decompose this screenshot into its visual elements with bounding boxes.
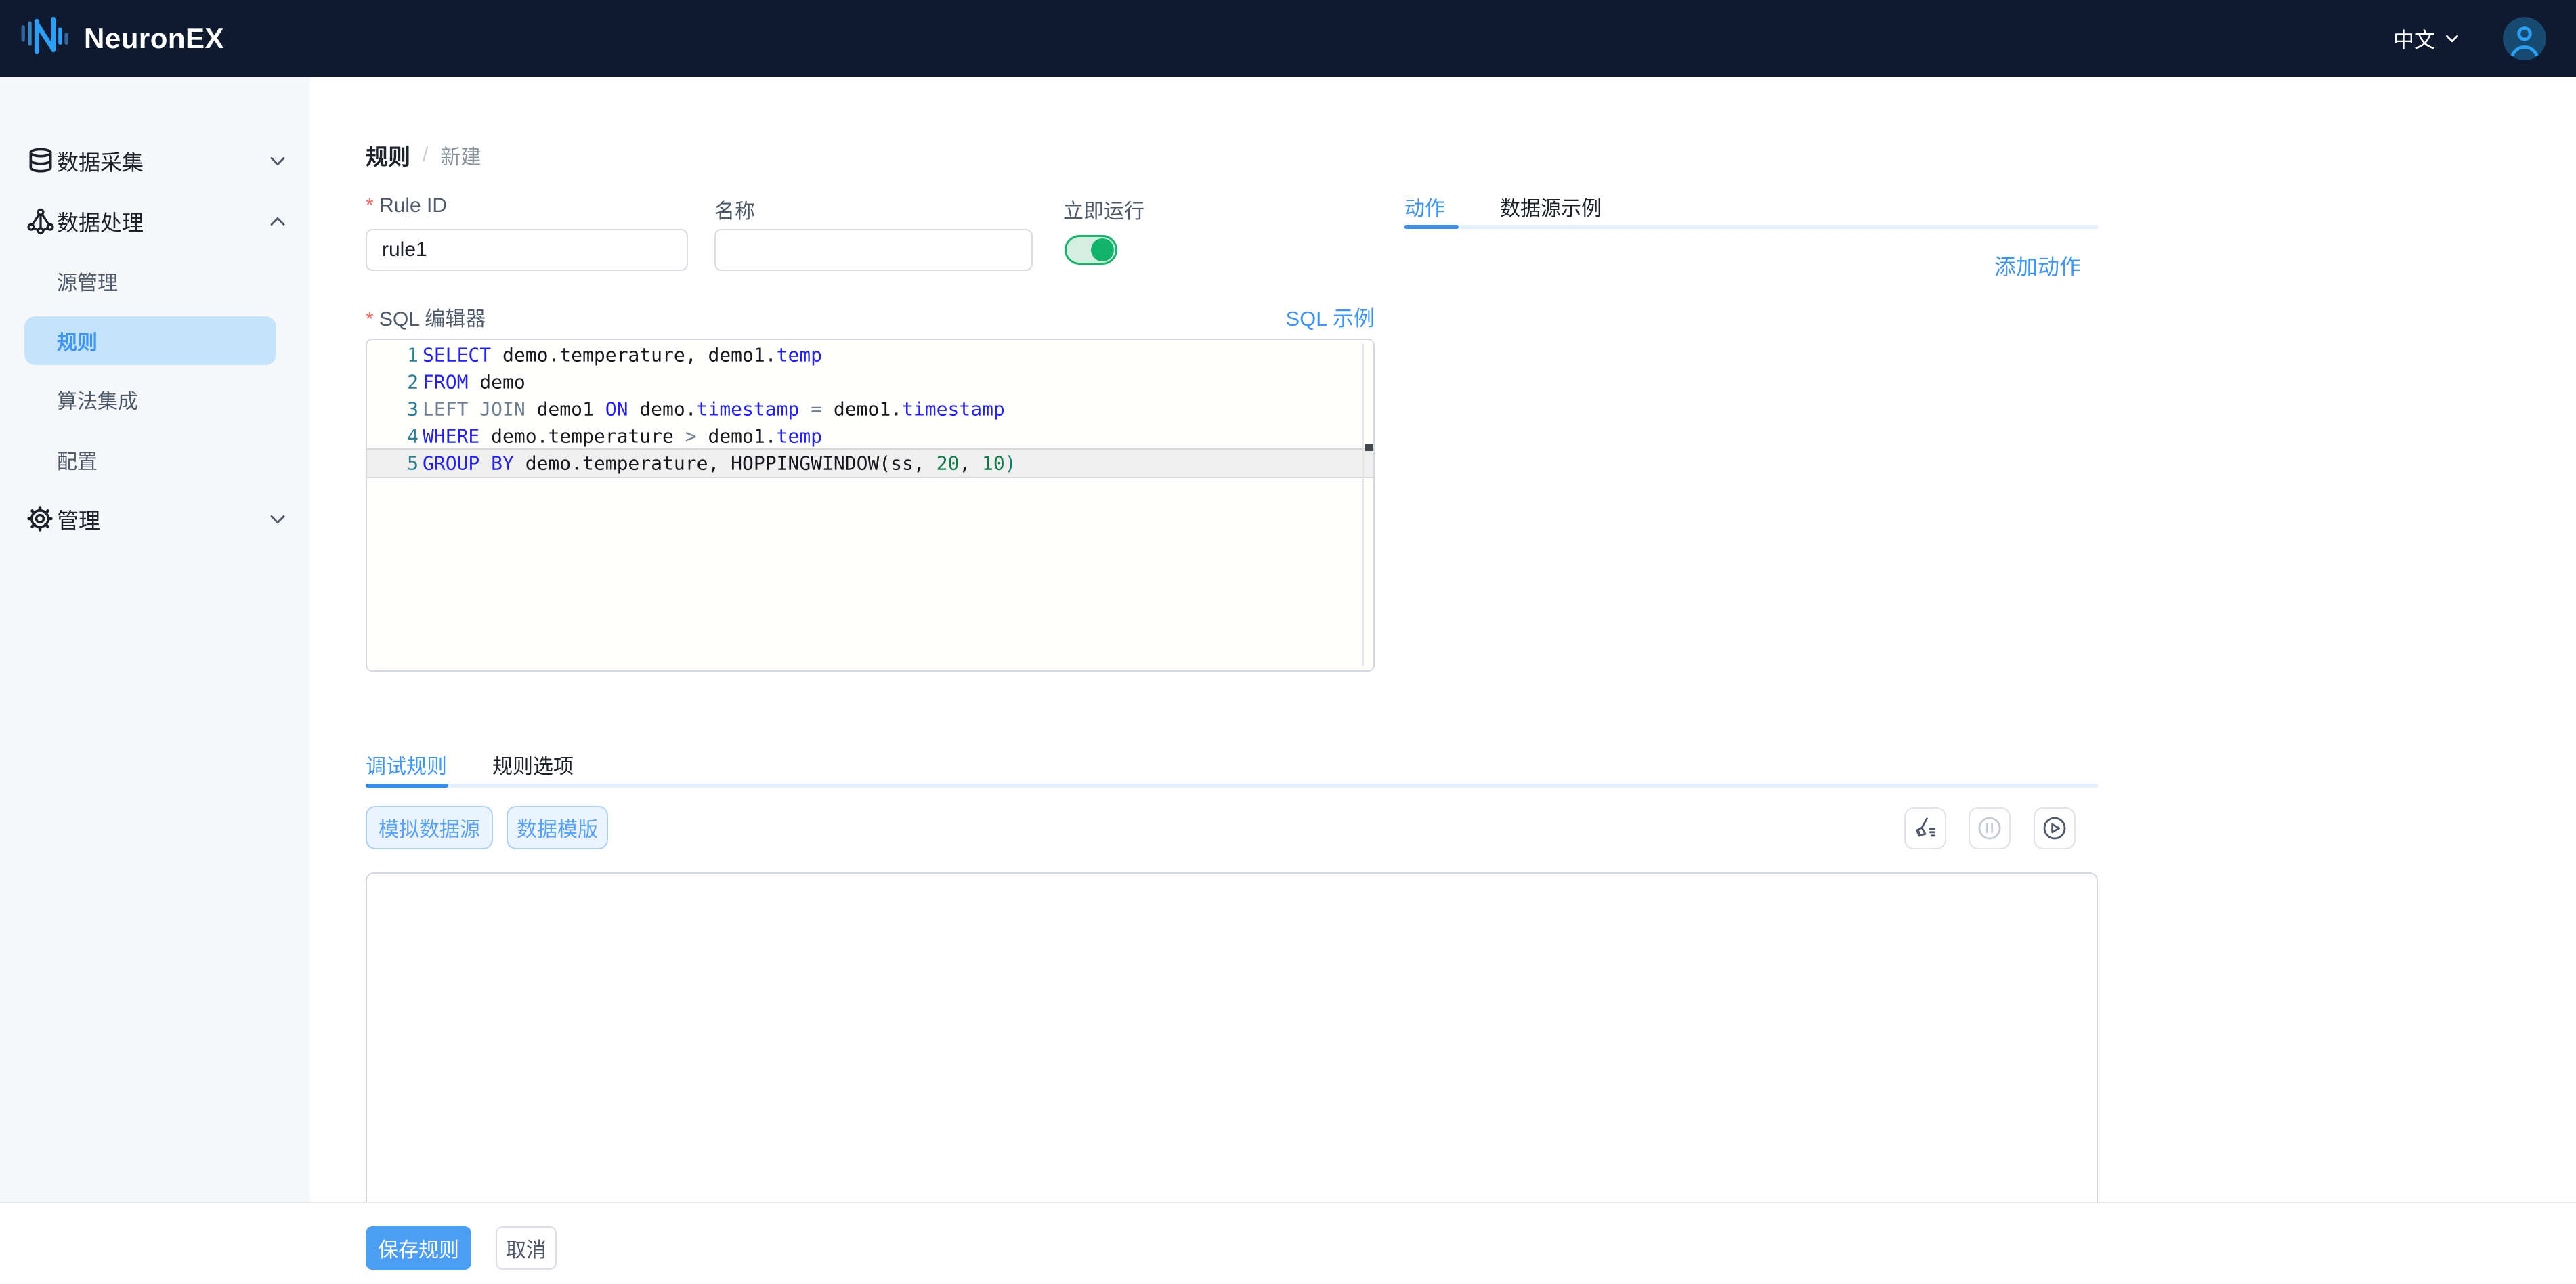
editor-scrollbar-thumb[interactable]: [1365, 444, 1373, 451]
sidebar-item-algorithm-integration[interactable]: 算法集成: [0, 376, 310, 423]
line-number: 2: [379, 371, 418, 393]
sidebar-item-configuration[interactable]: 配置: [0, 436, 310, 484]
app-header: NeuronEX 中文: [0, 0, 2576, 77]
name-label: 名称: [714, 194, 755, 224]
actions-tab-indicator: [1404, 225, 1459, 229]
avatar[interactable]: [2503, 17, 2546, 60]
database-icon: [26, 146, 56, 176]
actions-tab-divider: [1404, 225, 2098, 229]
run-now-toggle[interactable]: [1065, 235, 1117, 265]
sidebar-item-management[interactable]: 管理: [0, 496, 310, 543]
save-rule-button[interactable]: 保存规则: [366, 1226, 471, 1270]
line-number: 5: [379, 452, 418, 475]
data-template-button[interactable]: 数据模版: [507, 806, 608, 849]
broom-icon: [1912, 815, 1939, 842]
sidebar-item-data-collection[interactable]: 数据采集: [0, 137, 310, 185]
clear-output-button[interactable]: [1904, 807, 1946, 849]
chevron-up-icon: [265, 209, 290, 237]
rule-id-label: Rule ID: [366, 194, 447, 217]
sidebar-item-rules[interactable]: 规则: [24, 316, 276, 365]
language-selector[interactable]: 中文: [2393, 23, 2462, 53]
cancel-button[interactable]: 取消: [496, 1226, 557, 1270]
graph-icon: [26, 207, 56, 236]
chevron-down-icon: [265, 149, 290, 177]
add-action-link[interactable]: 添加动作: [1994, 250, 2081, 281]
tab-debug-rule[interactable]: 调试规则: [366, 750, 447, 779]
breadcrumb-separator: /: [423, 144, 428, 167]
app-title: NeuronEX: [84, 22, 224, 55]
sql-editor-label: SQL 编辑器: [366, 302, 486, 332]
code-line: 3 LEFT JOIN demo1 ON demo.timestamp = de…: [367, 395, 1373, 423]
sql-code-editor[interactable]: 1 SELECT demo.temperature, demo1.temp 2 …: [366, 339, 1375, 672]
debug-tab-divider: [366, 784, 2098, 788]
chevron-down-icon: [265, 507, 290, 535]
app-root: NeuronEX 中文: [0, 0, 2576, 1284]
language-label: 中文: [2393, 23, 2435, 53]
line-number: 3: [379, 398, 418, 421]
tab-datasource-examples[interactable]: 数据源示例: [1500, 192, 1602, 221]
line-number: 4: [379, 425, 418, 448]
editor-scrollbar-track: [1362, 344, 1364, 666]
sql-editor-header: SQL 编辑器 SQL 示例: [366, 301, 1375, 332]
code-line: 1 SELECT demo.temperature, demo1.temp: [367, 341, 1373, 368]
pause-icon: [1976, 815, 2003, 842]
pause-button[interactable]: [1969, 807, 2011, 849]
rule-id-input[interactable]: [366, 229, 688, 271]
run-button[interactable]: [2034, 807, 2076, 849]
sidebar-item-source-management[interactable]: 源管理: [0, 257, 310, 305]
tab-actions[interactable]: 动作: [1404, 192, 1445, 221]
sidebar-item-data-processing[interactable]: 数据处理: [0, 198, 310, 245]
chevron-down-icon: [2442, 28, 2462, 49]
breadcrumb: 规则 / 新建: [366, 139, 481, 171]
line-number: 1: [379, 344, 418, 366]
user-icon: [2503, 17, 2546, 60]
debug-output-panel: [366, 872, 2098, 1204]
toggle-knob: [1091, 238, 1114, 261]
breadcrumb-current: 新建: [440, 140, 481, 170]
app-logo: [20, 11, 72, 66]
gear-icon: [26, 505, 56, 534]
sidebar: 数据采集 数据处理 源管理 规则 算法集成: [0, 77, 310, 1202]
footer-bar: 保存规则 取消: [0, 1202, 2576, 1284]
code-line: 2 FROM demo: [367, 368, 1373, 395]
code-line: 4 WHERE demo.temperature > demo1.temp: [367, 423, 1373, 450]
name-input[interactable]: [714, 229, 1033, 271]
play-icon: [2041, 815, 2068, 842]
code-line-active: 5 GROUP BY demo.temperature, HOPPINGWIND…: [367, 450, 1373, 477]
tab-rule-options[interactable]: 规则选项: [492, 750, 574, 779]
simulate-datasource-button[interactable]: 模拟数据源: [366, 806, 493, 849]
sql-example-link[interactable]: SQL 示例: [1286, 301, 1375, 332]
debug-tab-indicator: [366, 784, 448, 788]
run-now-label: 立即运行: [1063, 194, 1144, 224]
breadcrumb-rules[interactable]: 规则: [366, 139, 410, 171]
